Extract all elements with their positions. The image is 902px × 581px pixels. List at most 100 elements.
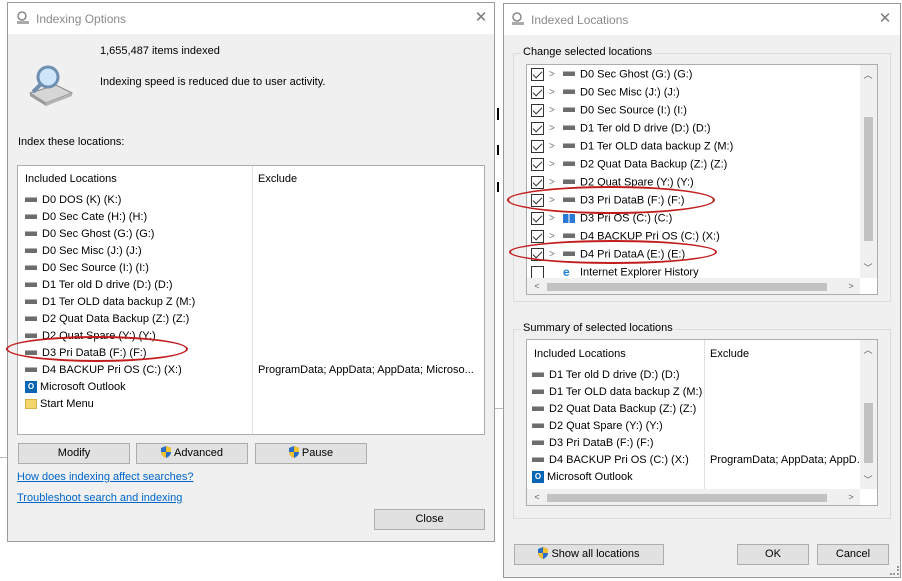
included-locations-list[interactable]: Included Locations Exclude D0 DOS (K) (K…	[17, 165, 485, 435]
pause-button[interactable]: Pause	[255, 443, 367, 464]
advanced-button[interactable]: Advanced	[136, 443, 248, 464]
list-item[interactable]: D4 BACKUP Pri OS (C:) (X:) ProgramData; A…	[25, 362, 479, 379]
location-name: D3 Pri DataB (F:) (F:)	[549, 437, 654, 449]
drive-icon	[25, 264, 37, 270]
list-item[interactable]: D0 DOS (K) (K:)	[25, 192, 479, 209]
tree-item[interactable]: > D0 Sec Source (I:) (I:)	[531, 102, 856, 119]
cancel-button[interactable]: Cancel	[817, 544, 889, 565]
list-item[interactable]: D3 Pri DataB (F:) (F:)	[532, 435, 858, 452]
chevron-right-icon[interactable]: >	[549, 84, 559, 101]
annotation-ellipse	[509, 240, 717, 264]
indexed-locations-window: Indexed Locations ✕ Change selected loca…	[503, 3, 901, 578]
window-title: Indexed Locations	[531, 13, 629, 27]
list-item[interactable]: D2 Quat Data Backup (Z:) (Z:)	[532, 401, 858, 418]
tree-item[interactable]: > D2 Quat Data Backup (Z:) (Z:)	[531, 156, 856, 173]
show-all-locations-button[interactable]: Show all locations	[514, 544, 664, 565]
column-header-included[interactable]: Included Locations	[534, 348, 626, 360]
summary-horizontal-scrollbar[interactable]: < >	[527, 489, 860, 505]
location-name: D0 DOS (K) (K:)	[42, 194, 122, 206]
drive-icon	[25, 281, 37, 287]
tree-item[interactable]: > D1 Ter OLD data backup Z (M:)	[531, 138, 856, 155]
location-exclude: ProgramData; AppData; AppD...	[710, 454, 866, 466]
close-icon[interactable]: ✕	[875, 9, 895, 29]
cancel-label: Cancel	[835, 548, 871, 560]
tree-item-label: D1 Ter old D drive (D:) (D:)	[580, 122, 711, 135]
background-glyph	[497, 145, 502, 155]
list-item[interactable]: D1 Ter old D drive (D:) (D:)	[25, 277, 479, 294]
location-name: D0 Sec Ghost (G:) (G:)	[42, 228, 155, 240]
summary-vertical-scrollbar[interactable]: ︿ ﹀	[860, 340, 877, 489]
title-bar: Indexed Locations ✕	[504, 4, 900, 35]
list-item[interactable]: O Microsoft Outlook	[25, 379, 479, 396]
location-checkbox[interactable]	[531, 140, 544, 153]
scroll-thumb[interactable]	[864, 117, 873, 241]
location-checkbox[interactable]	[531, 176, 544, 189]
location-checkbox[interactable]	[531, 158, 544, 171]
list-item[interactable]: D1 Ter OLD data backup Z (M:)	[532, 384, 858, 401]
close-label: Close	[415, 513, 444, 525]
modify-button[interactable]: Modify	[18, 443, 130, 464]
scroll-up-icon[interactable]: ︿	[860, 68, 876, 81]
ok-label: OK	[765, 548, 781, 560]
resize-grip-icon[interactable]	[890, 566, 899, 575]
scroll-thumb[interactable]	[547, 494, 827, 502]
troubleshoot-link[interactable]: Troubleshoot search and indexing	[17, 492, 182, 504]
pause-label: Pause	[301, 447, 334, 459]
list-item[interactable]: O Microsoft Outlook	[532, 469, 858, 486]
location-checkbox[interactable]	[531, 86, 544, 99]
location-checkbox[interactable]	[531, 104, 544, 117]
scroll-left-icon[interactable]: <	[529, 281, 545, 291]
scroll-right-icon[interactable]: >	[843, 281, 859, 291]
location-checkbox[interactable]	[531, 212, 544, 225]
scroll-thumb[interactable]	[864, 403, 873, 463]
tree-item[interactable]: > D0 Sec Misc (J:) (J:)	[531, 84, 856, 101]
list-item[interactable]: D2 Quat Data Backup (Z:) (Z:)	[25, 311, 479, 328]
items-indexed-count: 1,655,487 items indexed	[100, 45, 220, 57]
list-item[interactable]: D1 Ter OLD data backup Z (M:)	[25, 294, 479, 311]
chevron-right-icon[interactable]: >	[549, 156, 559, 173]
indexing-status: Indexing speed is reduced due to user ac…	[100, 76, 326, 88]
tree-item[interactable]: > D0 Sec Ghost (G:) (G:)	[531, 66, 856, 83]
scroll-right-icon[interactable]: >	[843, 492, 859, 502]
ok-button[interactable]: OK	[737, 544, 809, 565]
tree-vertical-scrollbar[interactable]: ︿ ﹀	[860, 65, 877, 278]
how-indexing-link[interactable]: How does indexing affect searches?	[17, 471, 194, 483]
column-header-exclude[interactable]: Exclude	[258, 173, 297, 185]
scroll-down-icon[interactable]: ﹀	[860, 261, 876, 274]
location-checkbox[interactable]	[531, 68, 544, 81]
chevron-right-icon[interactable]: >	[549, 66, 559, 83]
chevron-right-icon[interactable]: >	[549, 102, 559, 119]
location-checkbox[interactable]	[531, 230, 544, 243]
chevron-right-icon[interactable]: >	[549, 138, 559, 155]
list-item[interactable]: D1 Ter old D drive (D:) (D:)	[532, 367, 858, 384]
list-item[interactable]: D2 Quat Spare (Y:) (Y:)	[532, 418, 858, 435]
location-name: D0 Sec Misc (J:) (J:)	[42, 245, 142, 257]
drive-icon	[25, 213, 37, 219]
summary-list[interactable]: Included Locations Exclude D1 Ter old D …	[526, 339, 878, 506]
tree-horizontal-scrollbar[interactable]: < >	[527, 278, 860, 294]
tree-item[interactable]: > D1 Ter old D drive (D:) (D:)	[531, 120, 856, 137]
annotation-ellipse	[6, 336, 188, 362]
column-header-included[interactable]: Included Locations	[25, 173, 117, 185]
list-item[interactable]: D0 Sec Ghost (G:) (G:)	[25, 226, 479, 243]
drive-icon	[563, 107, 575, 112]
location-checkbox[interactable]	[531, 122, 544, 135]
drive-icon	[563, 125, 575, 130]
chevron-right-icon[interactable]: >	[549, 210, 559, 227]
drive-icon	[25, 332, 37, 338]
drive-icon	[25, 196, 37, 202]
scroll-left-icon[interactable]: <	[529, 492, 545, 502]
scroll-down-icon[interactable]: ﹀	[860, 473, 876, 486]
list-item[interactable]: D0 Sec Misc (J:) (J:)	[25, 243, 479, 260]
close-icon[interactable]: ✕	[471, 8, 491, 28]
scroll-up-icon[interactable]: ︿	[860, 343, 876, 356]
close-button[interactable]: Close	[374, 509, 485, 530]
chevron-right-icon[interactable]: >	[549, 120, 559, 137]
list-item[interactable]: D0 Sec Source (I:) (I:)	[25, 260, 479, 277]
drive-icon	[563, 161, 575, 166]
list-item[interactable]: Start Menu	[25, 396, 479, 413]
scroll-thumb[interactable]	[547, 283, 827, 291]
column-header-exclude[interactable]: Exclude	[710, 348, 749, 360]
list-item[interactable]: D4 BACKUP Pri OS (C:) (X:) ProgramData; A…	[532, 452, 866, 469]
list-item[interactable]: D0 Sec Cate (H:) (H:)	[25, 209, 479, 226]
